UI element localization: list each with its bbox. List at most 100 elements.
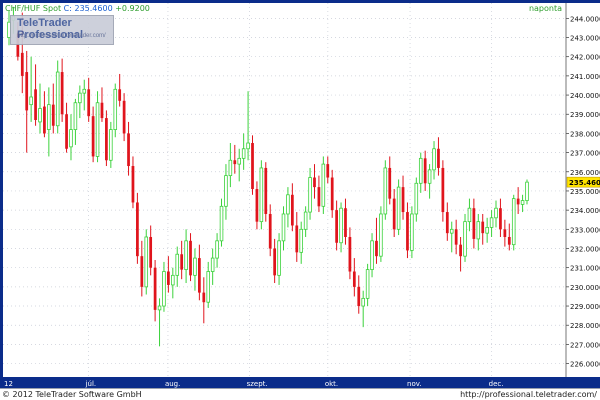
candle-body (43, 106, 46, 134)
candle-body (499, 208, 502, 230)
candle-body (210, 257, 215, 272)
candle-body (277, 240, 281, 276)
candle-body (463, 221, 467, 257)
x-tick-label: okt. (325, 380, 338, 388)
candle-body (481, 221, 485, 234)
candle-body (383, 167, 388, 215)
candle-body (326, 164, 330, 178)
x-tick-label: dec. (489, 380, 504, 388)
candle-body (65, 114, 68, 149)
y-tick-label: 228.0000 (570, 322, 600, 330)
candlestick-chart: 226.0000 227.0000 228.0000 229.0000 230.0000… (3, 3, 600, 388)
candle-body (432, 148, 436, 171)
candle-body (335, 210, 338, 243)
y-tick-label: 240.0000 (570, 92, 600, 100)
candle-body (55, 71, 60, 127)
y-tick-label: 242.0000 (570, 54, 600, 62)
y-tick-label: 239.0000 (570, 111, 600, 119)
candle-body (157, 305, 162, 311)
y-tick-label: 236.0000 (570, 169, 600, 177)
candle-body (467, 207, 472, 223)
candle-body (91, 116, 95, 157)
candle-body (122, 100, 126, 134)
candle-body (162, 271, 166, 307)
period-label: naponta (528, 4, 562, 13)
candle-body (206, 271, 211, 303)
candle-body (127, 133, 130, 167)
candle-body (392, 198, 396, 230)
candle-body (87, 89, 91, 117)
candle-body (105, 118, 108, 161)
candle-body (193, 257, 197, 276)
candle-body (153, 267, 157, 310)
y-tick-label: 241.0000 (570, 73, 600, 81)
candle-body (516, 198, 520, 205)
candle-body (189, 240, 192, 276)
candle-body (78, 92, 82, 104)
candle-body (313, 177, 316, 188)
candle-body (237, 157, 241, 165)
candle-body (259, 167, 264, 223)
candle-body (202, 292, 206, 303)
candle-body (445, 212, 449, 234)
close-quote: C: 235.4600 (63, 4, 113, 13)
candle-body (51, 104, 55, 126)
chart-header: CHF/HUF Spot C: 235.4600 +0.9200 (5, 3, 150, 14)
candle-body (414, 182, 419, 215)
candle-body (109, 129, 113, 161)
candle-body (308, 177, 312, 213)
candle-body (295, 225, 299, 253)
candle-body (34, 89, 37, 120)
candle-body (100, 102, 104, 119)
candle-body (370, 240, 374, 270)
candle-body (171, 274, 175, 286)
candle-body (47, 104, 51, 130)
y-tick-label: 229.0000 (570, 303, 600, 311)
candle-body (268, 213, 272, 249)
x-tick-label: aug. (165, 380, 180, 388)
y-tick-label: 237.0000 (570, 150, 600, 158)
candle-body (357, 286, 361, 307)
candle-body (489, 217, 494, 228)
candle-body (454, 229, 458, 245)
x-tick-label: 12 (4, 380, 13, 388)
y-tick-label: 231.0000 (570, 265, 600, 273)
candle-body (441, 167, 445, 213)
candle-body (511, 198, 516, 246)
candle-body (233, 160, 237, 165)
candle-body (82, 88, 87, 94)
candle-body (215, 240, 219, 259)
candle-body (303, 211, 308, 230)
footer: © 2012 TeleTrader Software GmbH http://p… (0, 388, 600, 400)
candle-body (352, 271, 356, 287)
candle-body (520, 200, 525, 205)
change-value: +0.9200 (115, 4, 150, 13)
candle-body (406, 212, 409, 251)
candle-body (281, 213, 286, 242)
x-tick-label: júl. (85, 380, 97, 388)
candle-body (255, 189, 259, 222)
candle-body (219, 205, 224, 242)
candle-body (118, 89, 122, 101)
footer-link[interactable]: http://professional.teletrader.com/ (460, 389, 597, 400)
y-tick-label: 235.0000 (570, 188, 600, 196)
candle-body (401, 187, 405, 213)
candle-body (113, 88, 118, 130)
candle-body (503, 229, 507, 237)
candle-body (264, 167, 268, 214)
candle-body (60, 72, 64, 115)
candle-body (167, 271, 170, 285)
candle-body (507, 236, 511, 245)
candle-body (330, 177, 334, 211)
candle-body (410, 213, 414, 251)
candle-body (476, 221, 481, 240)
y-tick-label: 243.0000 (570, 35, 600, 43)
candle-body (38, 108, 42, 123)
candle-body (344, 208, 347, 237)
y-tick-label: 232.0000 (570, 245, 600, 253)
candle-body (175, 253, 180, 276)
candle-body (73, 102, 78, 130)
candle-body (361, 297, 365, 307)
candle-body (396, 186, 401, 230)
candle-body (449, 228, 454, 234)
